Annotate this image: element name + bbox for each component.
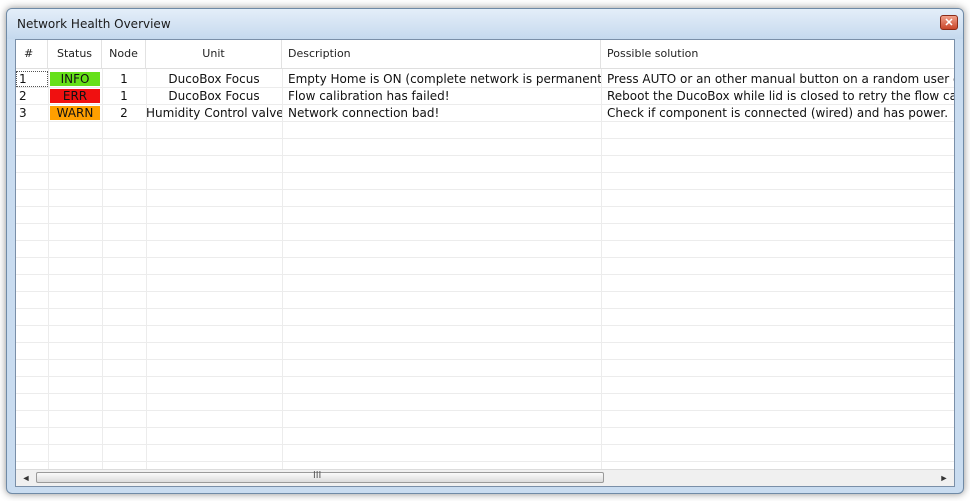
column-header-description[interactable]: Description	[282, 40, 601, 68]
scrollbar-grip-icon: III	[313, 470, 322, 481]
grid-line	[16, 155, 954, 156]
health-table: # Status Node Unit Description Possible …	[15, 39, 955, 487]
title-bar[interactable]: Network Health Overview ✕	[7, 9, 963, 39]
description-cell: Flow calibration has failed!	[288, 89, 450, 103]
table-header: # Status Node Unit Description Possible …	[16, 40, 954, 69]
column-header-status[interactable]: Status	[48, 40, 102, 68]
table-row[interactable]: 1 INFO 1 DucoBox Focus Empty Home is ON …	[16, 71, 955, 87]
row-number: 1	[16, 71, 48, 87]
grid-line	[16, 121, 954, 122]
status-cell: ERR	[48, 88, 102, 104]
solution-cell: Reboot the DucoBox while lid is closed t…	[607, 89, 955, 103]
column-header-node[interactable]: Node	[102, 40, 146, 68]
grid-line	[16, 138, 954, 139]
scroll-left-arrow-icon[interactable]: ◄	[18, 470, 34, 486]
grid-line	[16, 444, 954, 445]
grid-line	[16, 393, 954, 394]
window-title: Network Health Overview	[17, 17, 171, 31]
grid-line	[16, 257, 954, 258]
grid-line	[16, 359, 954, 360]
grid-line	[146, 69, 147, 472]
grid-line	[16, 342, 954, 343]
status-cell: INFO	[48, 71, 102, 87]
status-badge: WARN	[50, 106, 100, 120]
grid-line	[16, 291, 954, 292]
grid-line	[16, 274, 954, 275]
grid-line	[16, 172, 954, 173]
node-cell: 1	[120, 72, 128, 86]
grid-line	[282, 69, 283, 472]
close-icon: ✕	[944, 17, 954, 29]
grid-line	[16, 308, 954, 309]
description-cell: Empty Home is ON (complete network is pe…	[288, 72, 601, 86]
node-cell: 1	[120, 89, 128, 103]
scrollbar-thumb[interactable]: III	[36, 470, 604, 483]
grid-line	[16, 376, 954, 377]
table-row[interactable]: 3 WARN 2 Humidity Control valve Network …	[16, 105, 954, 121]
grid-line	[16, 427, 954, 428]
grid-line	[601, 69, 602, 472]
column-header-possible-solution[interactable]: Possible solution	[601, 40, 954, 68]
network-health-window: Network Health Overview ✕ # Status Node …	[6, 8, 964, 494]
unit-cell: DucoBox Focus	[168, 89, 260, 103]
horizontal-scrollbar[interactable]: ◄ III ►	[16, 469, 954, 486]
unit-cell: DucoBox Focus	[168, 72, 260, 86]
column-header-number[interactable]: #	[16, 40, 48, 68]
close-button[interactable]: ✕	[940, 15, 958, 30]
grid-line	[102, 69, 103, 472]
table-row[interactable]: 2 ERR 1 DucoBox Focus Flow calibration h…	[16, 88, 955, 104]
grid-line	[16, 223, 954, 224]
row-number: 3	[19, 106, 27, 120]
status-badge: INFO	[50, 72, 100, 86]
status-badge: ERR	[50, 89, 100, 103]
solution-cell: Check if component is connected (wired) …	[607, 106, 949, 120]
grid-line	[16, 325, 954, 326]
scroll-right-arrow-icon[interactable]: ►	[936, 470, 952, 486]
column-header-unit[interactable]: Unit	[146, 40, 282, 68]
table-body: 1 INFO 1 DucoBox Focus Empty Home is ON …	[16, 69, 955, 472]
grid-line	[16, 206, 954, 207]
grid-line	[16, 189, 954, 190]
node-cell: 2	[120, 106, 128, 120]
solution-cell: Press AUTO or an other manual button on …	[607, 72, 955, 86]
grid-line	[16, 461, 954, 462]
status-cell: WARN	[48, 105, 102, 121]
row-number: 2	[19, 89, 27, 103]
description-cell: Network connection bad!	[288, 106, 440, 120]
grid-line	[48, 69, 49, 472]
grid-line	[16, 240, 954, 241]
unit-cell: Humidity Control valve	[146, 106, 282, 120]
grid-line	[16, 410, 954, 411]
